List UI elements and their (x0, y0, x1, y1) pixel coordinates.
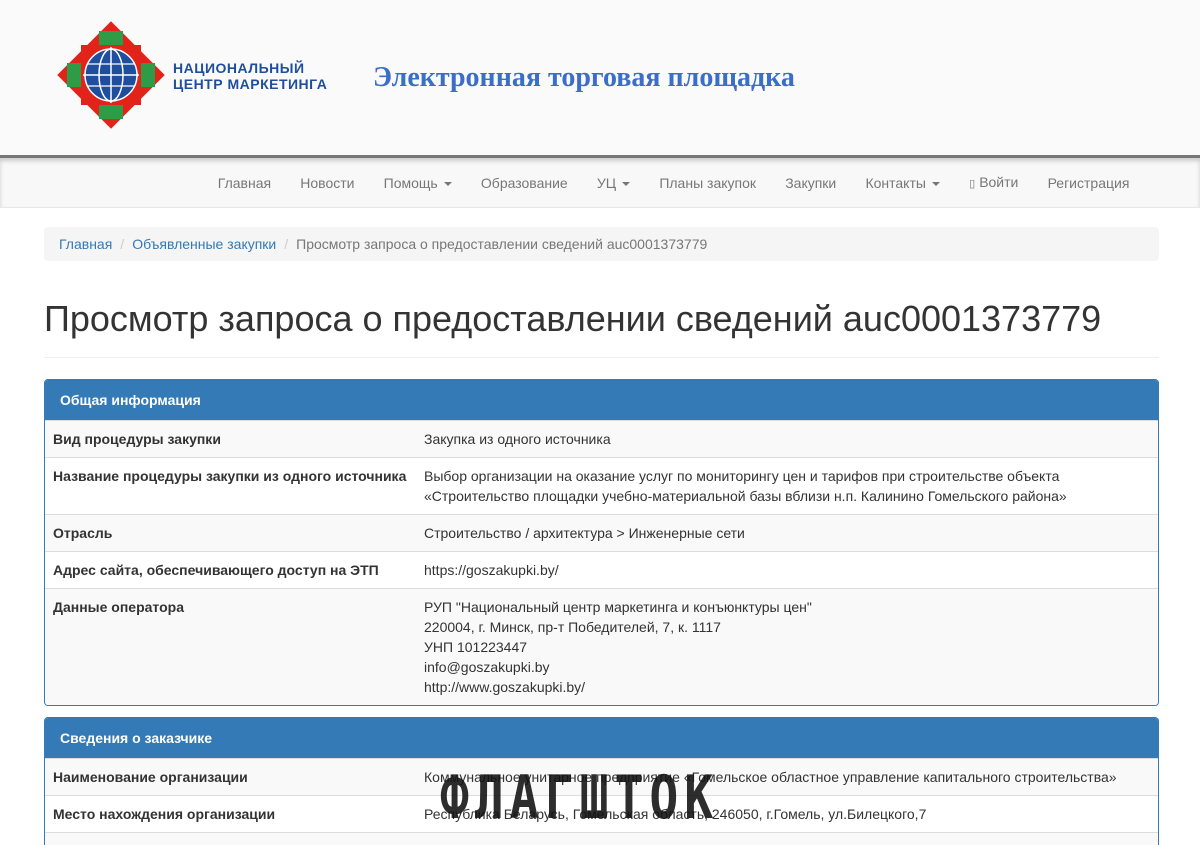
nav-label: Образование (480, 175, 568, 191)
table-row: УНП организации 400074210 (45, 832, 1158, 845)
general-info-panel: Общая информация Вид процедуры закупки З… (44, 379, 1159, 706)
watermark: ФЛАГШТОК (440, 763, 720, 833)
row-value: Выбор организации на оказание услуг по м… (416, 457, 1158, 515)
operator-website: http://www.goszakupki.by/ (424, 679, 586, 695)
login-icon: ▯ (969, 178, 976, 190)
logo-text: НАЦИОНАЛЬНЫЙ ЦЕНТР МАРКЕТИНГА (173, 60, 327, 92)
site-header: НАЦИОНАЛЬНЫЙ ЦЕНТР МАРКЕТИНГА Электронна… (0, 0, 1200, 155)
nav-label: Контакты (865, 175, 926, 191)
table-row: Отрасль Строительство / архитектура > Ин… (45, 514, 1158, 552)
nav-label: Помощь (383, 175, 438, 191)
breadcrumb-current: Просмотр запроса о предоставлении сведен… (296, 236, 708, 252)
page-title: Просмотр запроса о предоставлении сведен… (44, 298, 1102, 339)
nav-item-news[interactable]: Новости (286, 158, 369, 208)
caret-down-icon (931, 182, 940, 187)
nav-label: Новости (300, 175, 355, 191)
logo-line-2: ЦЕНТР МАРКЕТИНГА (173, 76, 328, 92)
panel-heading: Сведения о заказчике (45, 718, 1158, 758)
value-line: 220004, г. Минск, пр-т Победителей, 7, к… (424, 619, 721, 635)
row-value: 400074210 (416, 832, 1158, 845)
operator-email: info@goszakupki.by (424, 659, 550, 675)
row-label: Адрес сайта, обеспечивающего доступ на Э… (45, 551, 416, 589)
nav-label: Закупки (785, 175, 837, 191)
nav-label: Планы закупок (659, 175, 757, 191)
title-divider (44, 357, 1159, 358)
row-value: Строительство / архитектура > Инженерные… (416, 514, 1158, 552)
main-navbar: Главная Новости Помощь Образование УЦ Пл… (0, 155, 1200, 208)
value-line: Выбор организации на оказание услуг по м… (424, 468, 1060, 484)
breadcrumb-link-announced-procurements[interactable]: Объявленные закупки (132, 236, 276, 252)
value-line: «Строительство площадки учебно-материаль… (424, 488, 1067, 504)
nav-item-home[interactable]: Главная (203, 158, 285, 208)
breadcrumb-link-home[interactable]: Главная (59, 236, 112, 252)
breadcrumb-separator: / (284, 236, 289, 252)
value-line: УНП 101223447 (424, 639, 528, 655)
nav-item-contacts[interactable]: Контакты (851, 158, 955, 208)
nav-item-procurements[interactable]: Закупки (771, 158, 851, 208)
nav-item-register[interactable]: Регистрация (1033, 158, 1144, 208)
row-label: УНП организации (45, 832, 416, 845)
nav-item-procurement-plans[interactable]: Планы закупок (645, 158, 771, 208)
table-row: Вид процедуры закупки Закупка из одного … (45, 420, 1158, 458)
panel-heading: Общая информация (45, 380, 1158, 420)
row-label: Наименование организации (45, 758, 416, 796)
table-row: Название процедуры закупки из одного ист… (45, 457, 1158, 515)
national-marketing-center-logo-icon[interactable] (52, 16, 170, 134)
row-label: Данные оператора (45, 588, 416, 705)
row-value: РУП "Национальный центр маркетинга и кон… (416, 588, 1158, 705)
nav-label: УЦ (596, 175, 617, 191)
table-row: Адрес сайта, обеспечивающего доступ на Э… (45, 551, 1158, 589)
breadcrumb: Главная / Объявленные закупки / Просмотр… (44, 227, 1159, 261)
row-label: Место нахождения организации (45, 795, 416, 833)
caret-down-icon (622, 182, 631, 187)
table-row: Данные оператора РУП "Национальный центр… (45, 588, 1158, 705)
nav-item-certification-center[interactable]: УЦ (582, 158, 644, 208)
nav-label: Главная (217, 175, 272, 191)
value-line: РУП "Национальный центр маркетинга и кон… (424, 599, 812, 615)
logo-line-1: НАЦИОНАЛЬНЫЙ (173, 60, 305, 76)
nav-item-login[interactable]: ▯ Войти (955, 157, 1033, 209)
nav-item-education[interactable]: Образование (466, 158, 582, 208)
row-label: Вид процедуры закупки (45, 420, 416, 458)
row-label: Отрасль (45, 514, 416, 552)
row-value: https://goszakupki.by/ (416, 551, 1158, 589)
row-label: Название процедуры закупки из одного ист… (45, 457, 416, 515)
general-info-table: Вид процедуры закупки Закупка из одного … (45, 420, 1158, 705)
breadcrumb-separator: / (120, 236, 125, 252)
caret-down-icon (443, 182, 452, 187)
nav-label: Регистрация (1047, 175, 1130, 191)
site-title: Электронная торговая площадка (373, 62, 795, 93)
nav-label: Войти (979, 174, 1019, 190)
nav-menu: Главная Новости Помощь Образование УЦ Пл… (203, 158, 1144, 208)
nav-item-help[interactable]: Помощь (369, 158, 466, 208)
row-value: Закупка из одного источника (416, 420, 1158, 458)
